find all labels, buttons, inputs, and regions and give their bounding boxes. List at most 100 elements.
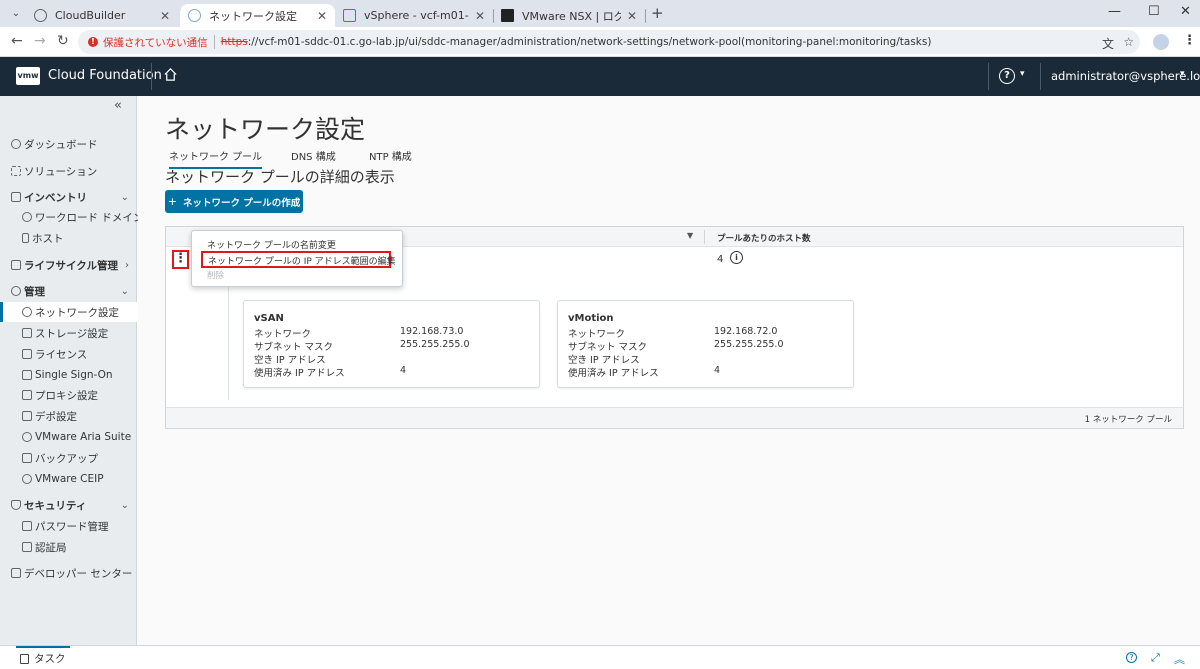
certificate-icon (22, 542, 32, 552)
collapse-sidebar-icon[interactable]: « (114, 98, 122, 113)
app-title: Cloud Foundation (48, 68, 162, 83)
vsan-network-card: vSAN ネットワーク 192.168.73.0 サブネット マスク 255.2… (243, 300, 540, 388)
sidebar-item-ceip[interactable]: VMware CEIP (0, 469, 137, 489)
help-icon[interactable]: ? (1126, 652, 1137, 663)
menu-item-rename-pool[interactable]: ネットワーク プールの名前変更 (207, 238, 336, 251)
browser-tab-nsx[interactable]: VMware NSX | ログイン ✕ (493, 4, 645, 27)
chevron-down-icon: ⌄ (120, 499, 129, 511)
tab-search-chevron-icon[interactable]: ⌄ (8, 6, 24, 22)
menu-item-edit-ip-range[interactable]: ネットワーク プールの IP アドレス範囲の編集 (201, 251, 396, 268)
sidebar-item-password-management[interactable]: パスワード管理 (0, 516, 137, 536)
sidebar-item-lifecycle[interactable]: ライフサイクル管理 › (0, 255, 137, 275)
cloud-icon (188, 9, 201, 22)
tab-divider (645, 9, 646, 23)
sidebar-item-licensing[interactable]: ライセンス (0, 344, 137, 364)
tab-ntp-config[interactable]: NTP 構成 (369, 148, 412, 163)
minimize-icon[interactable]: — (1108, 4, 1121, 19)
card-title: vSAN (254, 313, 284, 324)
browser-tab-strip: ⌄ CloudBuilder ✕ ネットワーク設定 ✕ vSphere - vc… (0, 0, 1200, 27)
dashboard-icon (11, 139, 21, 149)
home-icon[interactable] (163, 67, 178, 85)
create-network-pool-button[interactable]: + ネットワーク プールの作成 (165, 190, 303, 213)
chevron-down-icon[interactable]: ▾ (1020, 69, 1025, 79)
sidebar-item-label: ホスト (32, 232, 64, 245)
chevron-double-up-icon[interactable]: ︽ (1174, 651, 1185, 667)
task-panel-bar: タスク ? ⤢ ︽ (0, 645, 1200, 669)
column-header-hosts-per-pool[interactable]: プールあたりのホスト数 (717, 232, 811, 244)
tab-title: vSphere - vcf-m01-esxi-04.c.go (364, 9, 469, 22)
close-window-icon[interactable]: ✕ (1180, 4, 1191, 19)
sidebar-item-network-settings[interactable]: ネットワーク設定 (0, 302, 137, 322)
more-vertical-icon[interactable]: ⋮ (1183, 33, 1196, 48)
tab-dns-config[interactable]: DNS 構成 (291, 148, 336, 163)
close-icon[interactable]: ✕ (160, 9, 170, 23)
card-title: vMotion (568, 313, 614, 324)
card-row-value: 255.255.255.0 (714, 339, 784, 350)
sidebar-item-solutions[interactable]: ソリューション (0, 161, 137, 181)
browser-tab-cloudbuilder[interactable]: CloudBuilder ✕ (26, 4, 178, 27)
address-bar[interactable]: ! 保護されていない通信 https ://vcf-m01-sddc-01.c.… (78, 30, 1140, 54)
help-icon[interactable]: ? (999, 68, 1015, 84)
row-actions-kebab-icon[interactable]: ⋮ (172, 250, 189, 269)
sidebar-item-hosts[interactable]: ホスト (0, 228, 137, 248)
close-icon[interactable]: ✕ (475, 9, 485, 23)
sidebar-item-administration[interactable]: 管理 ⌄ (0, 281, 137, 301)
sidebar-item-label: ライフサイクル管理 (24, 259, 118, 272)
filter-icon[interactable]: ▼ (687, 231, 693, 240)
row-host-count: 4 (717, 254, 724, 265)
chevron-down-icon: ⌄ (120, 285, 129, 297)
gear-icon (22, 432, 32, 442)
sidebar-item-label: ソリューション (24, 165, 98, 178)
sidebar-item-dashboard[interactable]: ダッシュボード (0, 134, 137, 154)
maximize-icon[interactable]: ☐ (1148, 4, 1160, 19)
reload-icon[interactable]: ↻ (57, 33, 69, 49)
card-row: サブネット マスク 255.255.255.0 (568, 339, 848, 353)
user-menu[interactable]: administrator@vsphere.local (1051, 69, 1200, 83)
close-icon[interactable]: ✕ (627, 9, 637, 23)
info-icon[interactable]: i (730, 251, 743, 264)
sidebar-item-proxy[interactable]: プロキシ設定 (0, 385, 137, 405)
card-row-key: サブネット マスク (568, 342, 648, 353)
sidebar-item-depot[interactable]: デポ設定 (0, 406, 137, 426)
sidebar-item-inventory[interactable]: インベントリ ⌄ (0, 187, 137, 207)
ceip-icon (22, 474, 32, 484)
vsphere-icon (343, 9, 356, 22)
card-row: 使用済み IP アドレス 4 (568, 365, 848, 379)
header-divider (151, 63, 152, 90)
new-tab-plus-icon[interactable]: + (651, 4, 664, 22)
browser-tab-vsphere[interactable]: vSphere - vcf-m01-esxi-04.c.go ✕ (335, 4, 493, 27)
sidebar-item-label: 認証局 (35, 541, 67, 554)
sidebar-item-certificate-authority[interactable]: 認証局 (0, 537, 137, 557)
sidebar-item-label: ダッシュボード (24, 138, 98, 151)
inventory-icon (11, 192, 21, 202)
back-arrow-icon[interactable]: ← (11, 33, 23, 49)
security-warning[interactable]: 保護されていない通信 (103, 35, 208, 50)
card-row-key: ネットワーク (254, 329, 312, 340)
translate-icon[interactable]: 文 (1102, 35, 1114, 52)
card-row-value: 255.255.255.0 (400, 339, 470, 350)
close-icon[interactable]: ✕ (317, 9, 327, 23)
chevron-down-icon: ⌄ (120, 191, 129, 203)
developer-icon (11, 568, 21, 578)
profile-avatar-icon[interactable] (1153, 34, 1169, 50)
forward-arrow-icon[interactable]: → (34, 33, 46, 49)
tasks-tab[interactable]: タスク (16, 646, 70, 669)
expand-icon[interactable]: ⤢ (1151, 651, 1160, 665)
chevron-down-icon[interactable]: ▾ (1180, 69, 1185, 79)
sidebar-item-security[interactable]: セキュリティ ⌄ (0, 495, 137, 515)
sidebar-item-sso[interactable]: Single Sign-On (0, 365, 137, 385)
vmw-logo: vmw (16, 67, 40, 85)
detail-connector (228, 285, 229, 400)
license-icon (22, 349, 32, 359)
grid-footer: 1 ネットワーク プール (166, 407, 1183, 428)
bookmark-star-icon[interactable]: ☆ (1123, 35, 1134, 49)
sidebar-item-storage-settings[interactable]: ストレージ設定 (0, 323, 137, 343)
tab-title: VMware NSX | ログイン (522, 9, 621, 23)
sidebar-item-aria-suite[interactable]: VMware Aria Suite (0, 427, 137, 447)
card-row-key: 空き IP アドレス (254, 355, 326, 366)
sidebar-item-workload-domains[interactable]: ワークロード ドメイン (0, 207, 143, 227)
browser-tab-network-settings[interactable]: ネットワーク設定 ✕ (180, 4, 335, 27)
sidebar-item-developer-center[interactable]: デベロッパー センター (0, 563, 137, 583)
sidebar-item-label: セキュリティ (24, 499, 87, 512)
sidebar-item-backup[interactable]: バックアップ (0, 448, 137, 468)
